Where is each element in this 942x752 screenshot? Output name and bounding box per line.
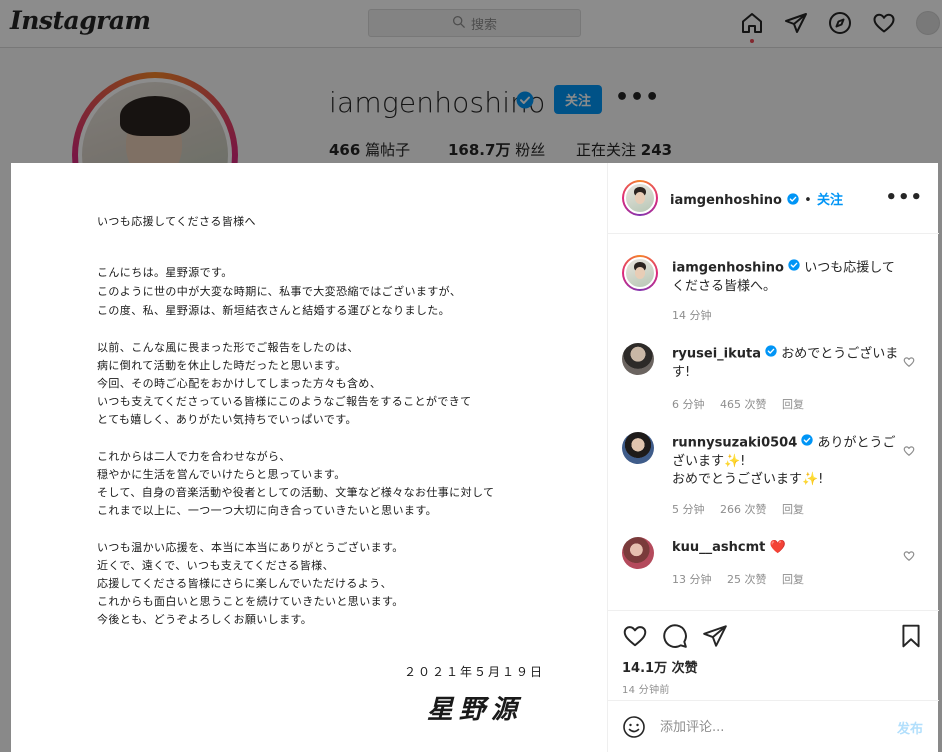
letter-line: 以前、こんな風に畏まった形でご報告をしたのは、 [97, 341, 359, 354]
caption-time[interactable]: 14 分钟 [672, 309, 712, 322]
letter-line: 今後とも、どうぞよろしくお願いします。 [97, 613, 313, 626]
commenter-avatar[interactable] [622, 432, 654, 464]
comment-username[interactable]: runnysuzaki0504 [672, 436, 797, 451]
letter-signature: 星野源 [427, 695, 524, 725]
post-timestamp[interactable]: 14 分钟前 [622, 681, 670, 696]
letter-line: 穏やかに生活を営んでいけたらと思っています。 [97, 468, 346, 481]
add-comment-bar: 发布 [608, 700, 939, 752]
comment-username[interactable]: ryusei_ikuta [672, 347, 761, 362]
letter-line: このように世の中が大変な時期に、私事で大変恐縮ではございますが、 [97, 285, 462, 298]
letter-line: こんにちは。星野源です。 [97, 266, 233, 279]
comment-like-count[interactable]: 25 次赞 [727, 573, 767, 586]
post-actions: 14.1万 次赞 14 分钟前 [608, 610, 939, 700]
like-heart-icon[interactable] [622, 623, 648, 649]
comment-input[interactable] [660, 715, 880, 739]
caption-username[interactable]: iamgenhoshino [672, 261, 784, 276]
comment-time[interactable]: 6 分钟 [672, 398, 705, 411]
commenter-avatar[interactable] [622, 343, 654, 375]
comment-text-line2: おめでとうございます✨! [672, 471, 824, 487]
post-sidebar: iamgenhoshino • 关注 ••• iamgenhoshino いつも… [607, 163, 939, 752]
separator-dot: • [804, 193, 812, 208]
comment-reply-link[interactable]: 回复 [782, 573, 804, 586]
post-more-options-icon[interactable]: ••• [885, 189, 923, 207]
author-username[interactable]: iamgenhoshino [670, 193, 782, 208]
author-avatar[interactable] [622, 180, 658, 216]
post-image-letter[interactable]: いつも応援してくださる皆様へ こんにちは。星野源です。 このように世の中が大変な… [11, 163, 607, 752]
comment-username[interactable]: kuu__ashcmt [672, 540, 765, 555]
comment-reply-link[interactable]: 回复 [782, 503, 804, 516]
comment-like-heart-icon[interactable] [903, 547, 915, 561]
letter-line: いつも温かい応援を、本当に本当にありがとうございます。 [97, 541, 404, 554]
share-send-icon[interactable] [702, 623, 728, 649]
letter-line: 応援してくださる皆様にさらに楽しんでいただけるよう、 [97, 577, 392, 590]
comment-like-count[interactable]: 266 次赞 [720, 503, 767, 516]
comment-reply-link[interactable]: 回复 [782, 398, 804, 411]
comment-like-count[interactable]: 465 次赞 [720, 398, 767, 411]
letter-line: この度、私、星野源は、新垣結衣さんと結婚する運びとなりました。 [97, 304, 451, 317]
verified-badge-icon [765, 345, 777, 363]
letter-line: そして、自身の音楽活動や役者としての活動、文筆など様々なお仕事に対して [97, 486, 495, 499]
comment-time[interactable]: 13 分钟 [672, 573, 712, 586]
letter-line: とても嬉しく、ありがたい気持ちでいっぱいです。 [97, 413, 357, 426]
caption-author-avatar[interactable] [622, 255, 658, 291]
post-like-count[interactable]: 14.1万 次赞 [622, 657, 698, 676]
header-follow-link[interactable]: 关注 [817, 193, 843, 208]
comment-text: ❤️ [769, 540, 786, 555]
letter-line: いつも支えてくださっている皆様にこのようなご報告をすることができて [97, 395, 472, 408]
letter-line: これからも面白いと思うことを続けていきたいと思います。 [97, 595, 404, 608]
emoji-icon[interactable] [622, 715, 646, 739]
comment-time[interactable]: 5 分钟 [672, 503, 705, 516]
publish-button[interactable]: 发布 [897, 718, 923, 737]
letter-line: 今回、その時ご心配をおかけしてしまった方々も含め、 [97, 377, 382, 390]
post-header: iamgenhoshino • 关注 ••• [608, 163, 939, 234]
post-modal: いつも応援してくださる皆様へ こんにちは。星野源です。 このように世の中が大変な… [11, 163, 939, 752]
comment-like-heart-icon[interactable] [903, 353, 915, 367]
commenter-avatar[interactable] [622, 537, 654, 569]
letter-line: 病に倒れて活動を休止した時だったと思います。 [97, 359, 347, 372]
comment-like-heart-icon[interactable] [903, 442, 915, 456]
letter-date: ２０２１年５月１９日 [404, 665, 545, 679]
letter-line: これまで以上に、一つ一つ大切に向き合っていきたいと思います。 [97, 504, 438, 517]
save-bookmark-icon[interactable] [898, 623, 924, 649]
letter-line: 近くで、遠くで、いつも支えてくださる皆様、 [97, 559, 334, 572]
verified-badge-icon [788, 259, 800, 277]
letter-greeting: いつも応援してくださる皆様へ [97, 215, 256, 228]
verified-badge-icon [787, 190, 799, 209]
letter-line: これからは二人で力を合わせながら、 [97, 450, 291, 463]
verified-badge-icon [801, 434, 814, 452]
comment-bubble-icon[interactable] [662, 623, 688, 649]
